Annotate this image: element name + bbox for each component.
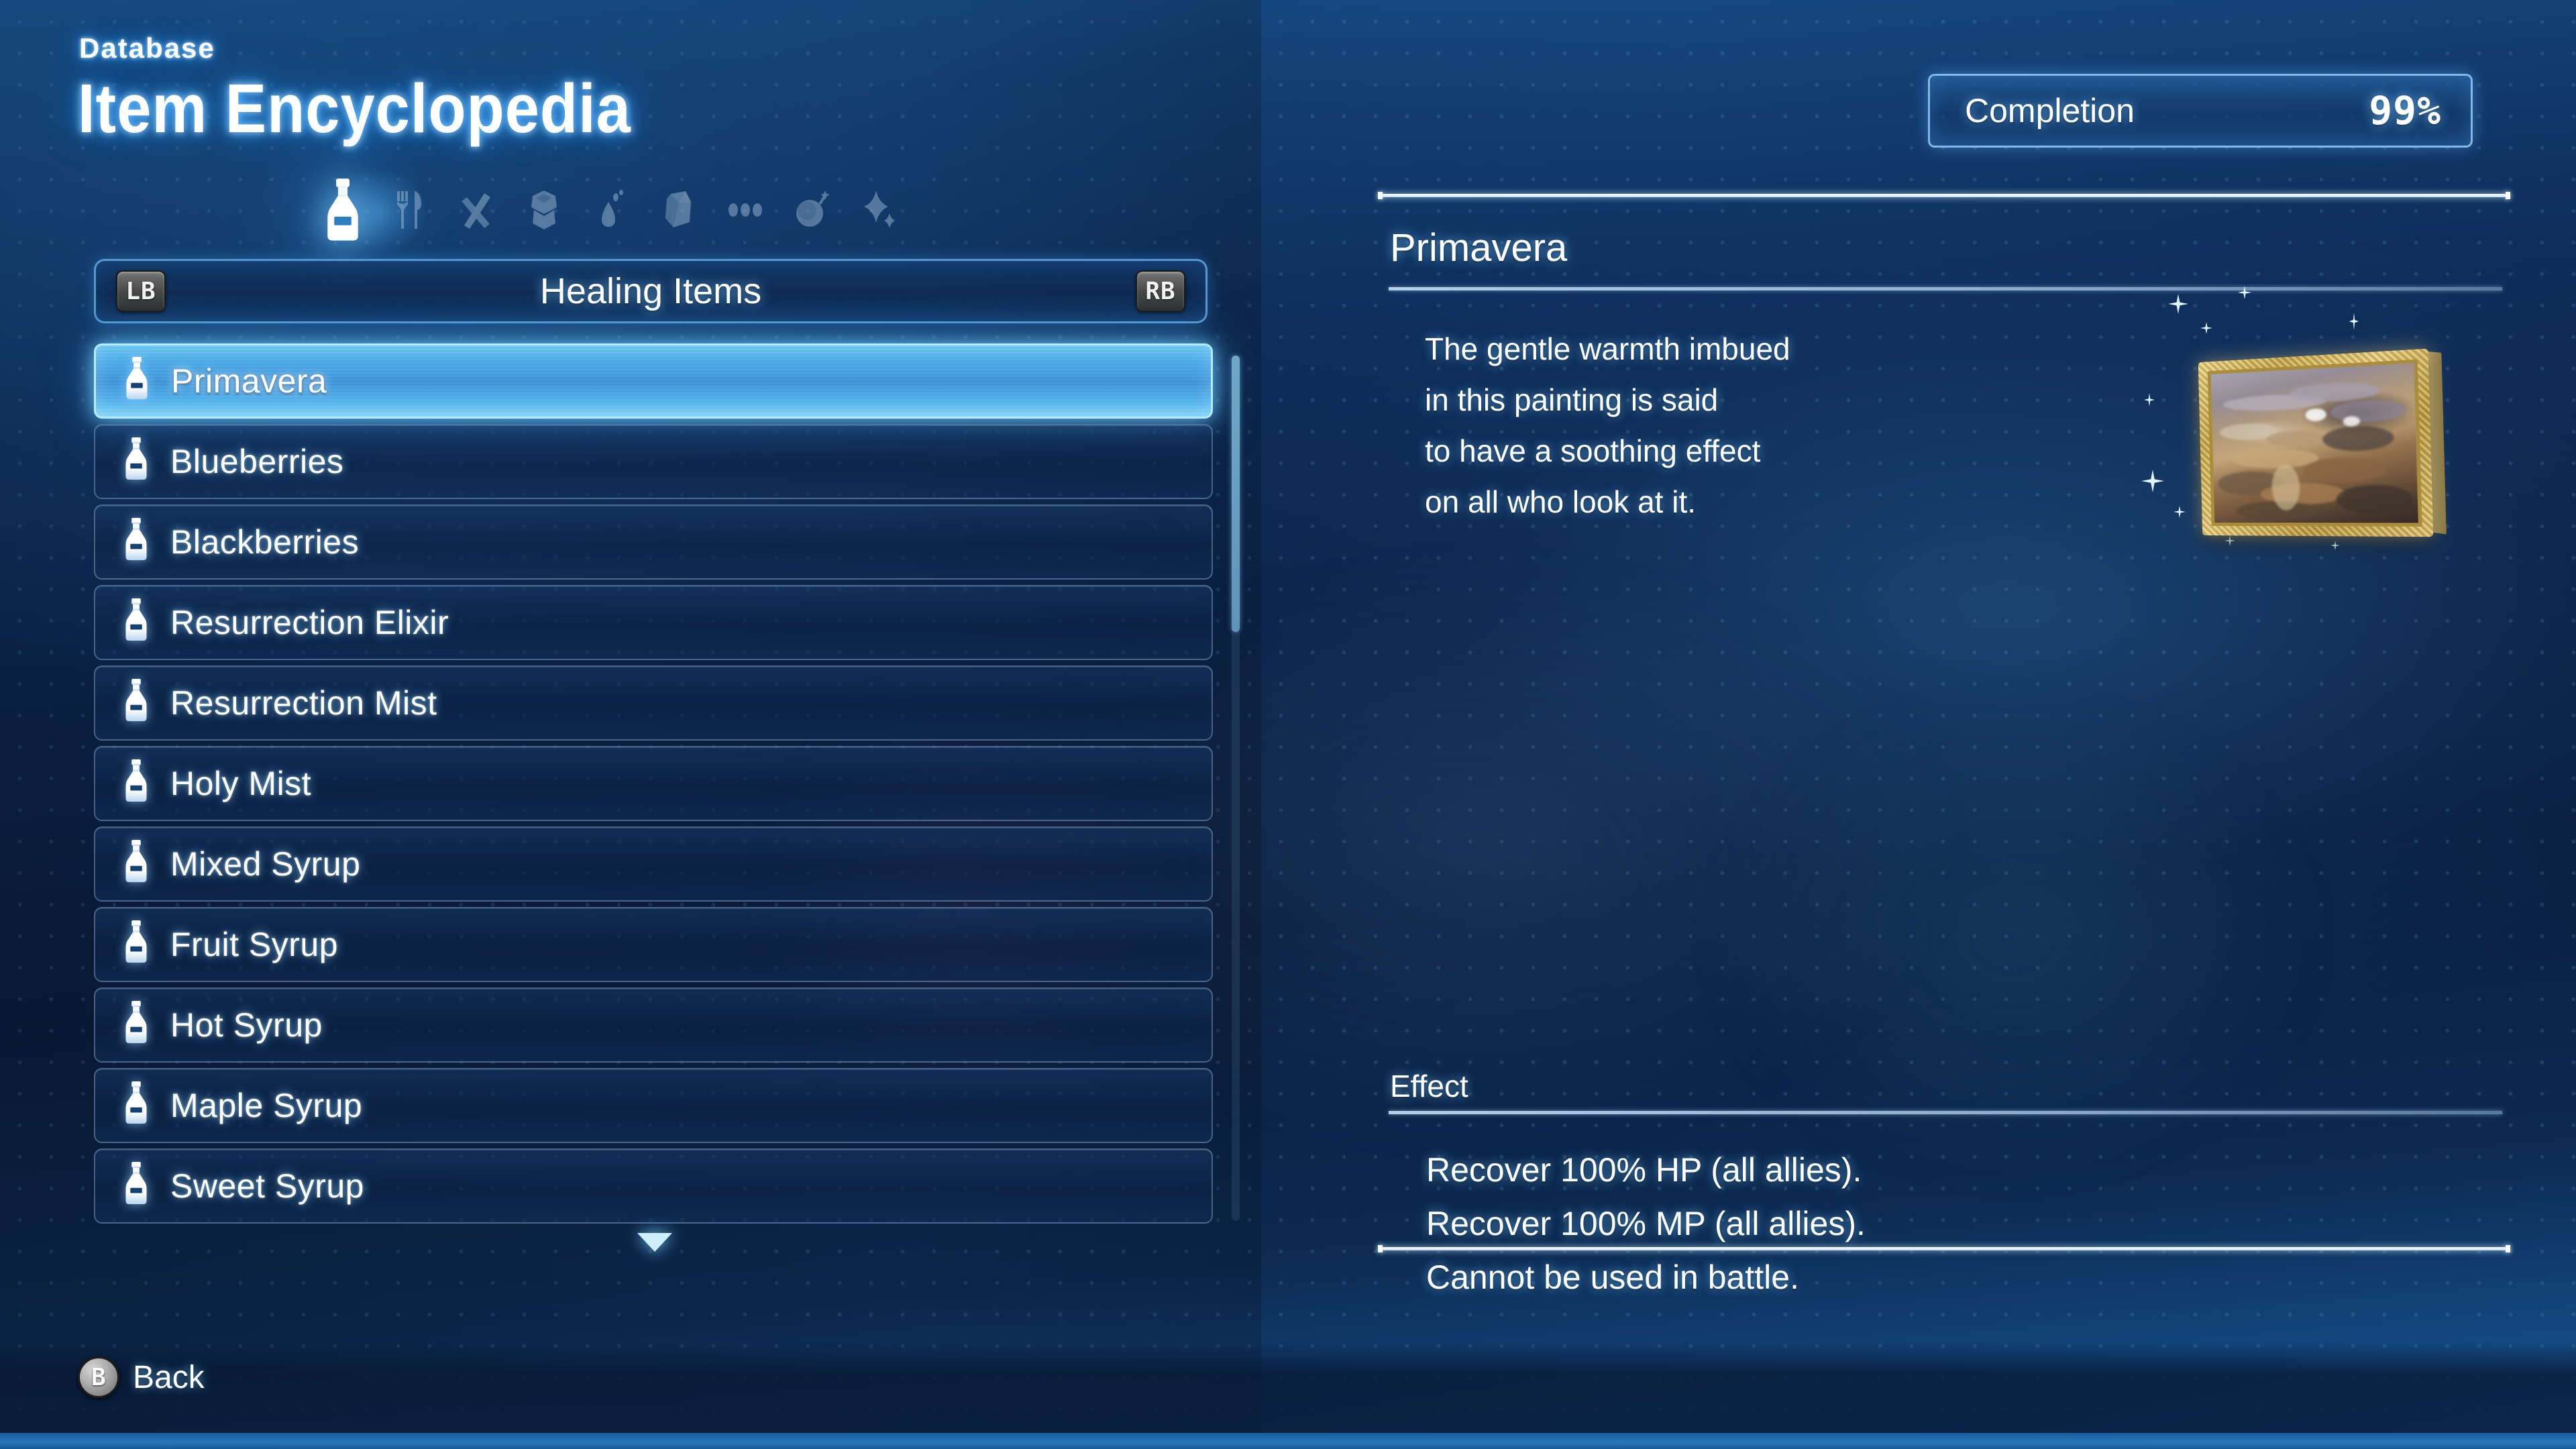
list-item[interactable]: Mixed Syrup [94,826,1213,902]
bottle-icon [119,759,158,808]
current-category-label: Healing Items [539,271,762,311]
bumper-right-button[interactable]: RB [1136,270,1185,312]
list-item-label: Primavera [171,362,327,400]
gem-icon[interactable] [657,184,699,236]
list-scrollbar[interactable] [1232,356,1240,1221]
detail-item-title: Primavera [1390,226,1568,270]
bottle-icon [119,518,158,566]
list-item-label: Maple Syrup [170,1087,363,1124]
page-title: Item Encyclopedia [78,70,631,148]
bottle-icon [119,598,158,647]
bottle-icon [119,1081,158,1130]
effect-heading: Effect [1390,1069,1468,1104]
flavor-line: The gentle warmth imbued [1425,331,1790,366]
list-scrollbar-thumb[interactable] [1232,356,1240,632]
bottle-icon [119,1162,158,1210]
detail-top-rule [1374,192,2514,199]
back-button-label: Back [133,1359,205,1395]
item-list[interactable]: Primavera Blueberries Blackberries Resur… [94,343,1221,1236]
bomb-icon[interactable] [792,184,833,236]
list-item[interactable]: Blueberries [94,424,1213,499]
ellipsis-icon[interactable] [724,184,766,236]
list-item-label: Hot Syrup [170,1006,323,1044]
effect-line: Recover 100% HP (all allies). [1426,1151,1862,1189]
bottle-icon [119,920,158,969]
painting-canvas [2210,363,2418,523]
category-icon-strip[interactable] [322,173,900,247]
bottle-icon [120,357,159,405]
completion-label: Completion [1965,92,2135,129]
picture-frame [2198,348,2447,537]
bottle-icon [119,437,158,486]
effect-divider [1389,1111,2502,1114]
breadcrumb-database: Database [79,32,215,64]
flavor-line: on all who look at it. [1425,484,1697,519]
flavor-line: to have a soothing effect [1425,433,1761,468]
completion-value: 99% [2369,88,2441,133]
list-item[interactable]: Blackberries [94,504,1213,580]
effect-line: Cannot be used in battle. [1426,1258,1799,1296]
frame-canvas-window [2207,359,2422,527]
list-item-label: Mixed Syrup [170,845,361,883]
list-item-label: Resurrection Mist [170,684,437,722]
list-item[interactable]: Resurrection Mist [94,665,1213,741]
armor-icon[interactable] [523,184,565,236]
list-item-label: Holy Mist [170,765,312,802]
bottle-icon [119,679,158,727]
effect-line: Recover 100% MP (all allies). [1426,1205,1866,1242]
header: Database Item Encyclopedia Completion 99… [0,0,2576,201]
bottle-icon [119,840,158,888]
list-item-label: Resurrection Elixir [170,604,449,641]
weapons-icon[interactable] [456,184,498,236]
list-item-label: Fruit Syrup [170,926,339,963]
back-button[interactable]: B Back [78,1356,205,1398]
sparkle-icon[interactable] [859,184,900,236]
flavor-line: in this painting is said [1425,382,1719,417]
bottle-icon[interactable] [313,173,372,248]
detail-panel: Primavera The gentle warmth imbued in thi… [1374,192,2522,1296]
b-button-icon: B [78,1356,119,1398]
frame-gold-border [2198,348,2434,537]
effect-text: Recover 100% HP (all allies). Recover 100… [1426,1143,1866,1304]
detail-title-divider [1389,287,2502,290]
scroll-down-arrow-icon[interactable] [637,1233,672,1252]
footer: B Back [0,1328,2576,1449]
detail-flavor-text: The gentle warmth imbued in this painting… [1425,323,1790,527]
detail-bottom-rule [1374,1245,2514,1252]
list-item[interactable]: Maple Syrup [94,1068,1213,1143]
droplet-icon[interactable] [590,184,632,236]
list-item[interactable]: Fruit Syrup [94,907,1213,982]
completion-badge: Completion 99% [1928,74,2473,148]
list-item[interactable]: Hot Syrup [94,987,1213,1063]
bumper-left-button[interactable]: LB [116,270,166,312]
fork-knife-icon[interactable] [389,184,431,236]
list-item[interactable]: Resurrection Elixir [94,585,1213,660]
list-item-label: Blueberries [170,443,344,480]
framed-mountain-painting [2141,286,2447,589]
list-item[interactable]: Sweet Syrup [94,1148,1213,1224]
bottle-icon [119,1001,158,1049]
category-tab-bar[interactable]: LB Healing Items RB [94,259,1208,323]
list-item-label: Sweet Syrup [170,1167,364,1205]
list-item-label: Blackberries [170,523,360,561]
list-item[interactable]: Primavera [94,343,1213,419]
list-item[interactable]: Holy Mist [94,746,1213,821]
